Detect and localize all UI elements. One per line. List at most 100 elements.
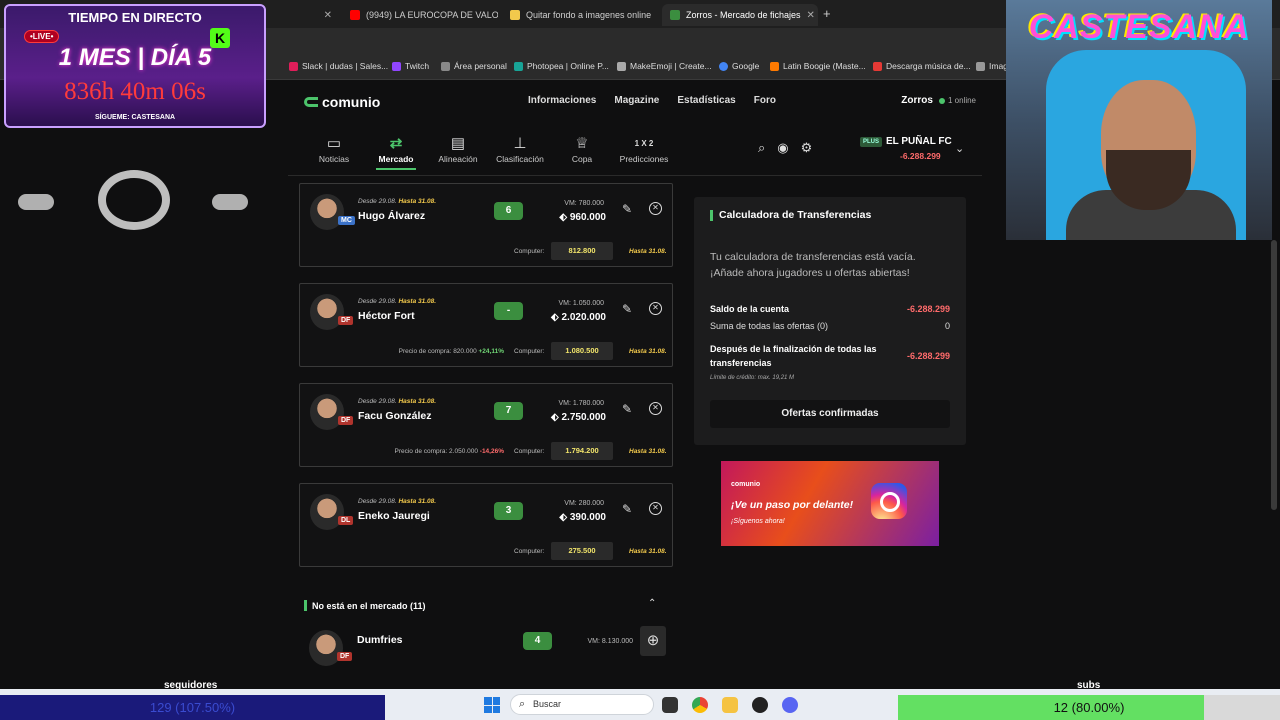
search-icon[interactable]: ⌕	[758, 140, 765, 156]
market-value: VM: 1.050.000	[558, 300, 604, 307]
plus-badge: PLUS	[860, 136, 883, 147]
folder-icon[interactable]	[722, 697, 738, 713]
lineup-icon: ▤	[450, 135, 466, 152]
league-info[interactable]: Zorros 1 online	[901, 95, 976, 106]
market-value: VM: 8.130.000	[587, 638, 633, 645]
team-name: EL PUÑAL FC	[886, 136, 952, 147]
edit-icon[interactable]: ✎	[622, 302, 632, 316]
windows-start-icon[interactable]	[484, 697, 500, 713]
music-icon	[770, 61, 779, 71]
nav-mercado[interactable]: ⇄ Mercado	[368, 134, 424, 170]
edit-icon[interactable]: ✎	[622, 402, 632, 416]
chevron-up-icon[interactable]: ⌃	[648, 598, 656, 609]
promo-headline: ¡Ve un paso por delante!	[731, 499, 854, 511]
slack-icon	[289, 61, 298, 71]
gear-icon[interactable]: ⚙	[801, 140, 813, 156]
bookmark-makeemoji[interactable]: MakeEmoji | Create...	[617, 61, 712, 71]
bookmark-descarga[interactable]: Descarga música de...	[873, 61, 971, 71]
cancel-offer-icon[interactable]: ✕	[649, 302, 662, 315]
computer-until: Hasta 31.08.	[629, 448, 667, 455]
bookmark-area-personal[interactable]: Área personal	[441, 61, 507, 71]
instagram-promo-banner[interactable]: comunio ¡Ve un paso por delante! ¡Síguen…	[721, 461, 939, 546]
market-value: VM: 280.000	[564, 500, 604, 507]
instagram-icon	[871, 483, 907, 519]
confirmed-offers-button[interactable]: Ofertas confirmadas	[710, 400, 950, 428]
download-icon	[873, 61, 882, 71]
edit-icon[interactable]: ✎	[622, 502, 632, 516]
computer-offer: 275.500	[551, 542, 613, 560]
offer-card[interactable]: DL Desde 29.08. Hasta 31.08. Eneko Jauregi…	[299, 483, 673, 567]
league-name: Zorros	[901, 95, 933, 106]
link-estadisticas[interactable]: Estadísticas	[677, 95, 735, 106]
tag-icon: ⬖	[551, 412, 562, 423]
site-header: comunio Informaciones Magazine Estadísti…	[288, 80, 982, 176]
nav-predicciones[interactable]: 1 X 2 Predicciones	[616, 134, 672, 170]
close-icon[interactable]: ✕	[657, 10, 658, 21]
player-row[interactable]: DF Dumfries 4 VM: 8.130.000 ⊕	[299, 620, 673, 666]
bookmark-slack[interactable]: Slack | dudas | Sales...	[289, 61, 388, 71]
market-value: VM: 780.000	[564, 200, 604, 207]
purchase-price: Precio de compra: 2.050.000 -14,26%	[394, 448, 505, 455]
add-offer-button[interactable]: ⊕	[640, 626, 666, 656]
nav-noticias[interactable]: ▭ Noticias	[306, 134, 362, 170]
offer-card[interactable]: DF Desde 29.08. Hasta 31.08. Héctor Fort - V…	[299, 283, 673, 367]
link-foro[interactable]: Foro	[754, 95, 776, 106]
page-scrollbar[interactable]	[1271, 240, 1277, 510]
cancel-offer-icon[interactable]: ✕	[649, 502, 662, 515]
offer-card[interactable]: DF Desde 29.08. Hasta 31.08. Facu González…	[299, 383, 673, 467]
task-view-icon[interactable]	[662, 697, 678, 713]
eye-icon[interactable]: ◉	[777, 140, 788, 156]
nav-copa[interactable]: ♕ Copa	[554, 134, 610, 170]
link-magazine[interactable]: Magazine	[614, 95, 659, 106]
tab-youtube[interactable]: (9949) LA EUROCOPA DE VALO✕	[342, 4, 498, 26]
player-points: 6	[494, 202, 523, 220]
team-selector[interactable]: PLUS EL PUÑAL FC -6.288.299 ⌄	[860, 136, 964, 161]
offer-card[interactable]: MC Desde 29.08. Hasta 31.08. Hugo Álvarez 6…	[299, 183, 673, 267]
tag-icon: ⬖	[559, 212, 570, 223]
player-name[interactable]: Facu González	[358, 410, 432, 422]
cancel-offer-icon[interactable]: ✕	[649, 402, 662, 415]
chevron-down-icon: ⌄	[955, 143, 965, 155]
google-icon	[719, 61, 728, 71]
link-informaciones[interactable]: Informaciones	[528, 95, 596, 106]
nav-clasificacion[interactable]: ⊥ Clasificación	[492, 134, 548, 170]
close-icon[interactable]: ✕	[807, 10, 815, 21]
offer-dates: Desde 29.08. Hasta 31.08.	[358, 398, 437, 405]
1x2-icon: 1 X 2	[634, 139, 654, 148]
app-icon[interactable]	[752, 697, 768, 713]
stream-counter: 836h 40m 06s	[64, 78, 206, 105]
discord-icon[interactable]	[782, 697, 798, 713]
taskbar-search[interactable]: Buscar	[510, 694, 654, 715]
top-links: Informaciones Magazine Estadísticas Foro	[528, 95, 776, 106]
bookmark-icon	[976, 61, 985, 71]
tab-blank[interactable]: ✕	[280, 4, 340, 26]
offer-dates: Desde 29.08. Hasta 31.08.	[358, 198, 437, 205]
new-tab-button[interactable]: +	[823, 6, 831, 21]
bookmark-twitch[interactable]: Twitch	[392, 61, 429, 71]
tab-remove-bg[interactable]: Quitar fondo a imagenes online✕	[502, 4, 658, 26]
edit-icon[interactable]: ✎	[622, 202, 632, 216]
computer-label: Computer:	[514, 248, 545, 255]
not-in-market-header[interactable]: No está en el mercado (11)	[304, 600, 426, 611]
stream-day: 1 MES | DÍA 5	[58, 44, 212, 71]
close-icon[interactable]: ✕	[324, 10, 332, 21]
photopea-icon	[514, 61, 523, 71]
promo-brand: comunio	[731, 481, 761, 488]
stream-timer-overlay: TIEMPO EN DIRECTO •LIVE• K 1 MES | DÍA 5…	[4, 4, 266, 128]
comunio-logo[interactable]: comunio	[304, 94, 380, 110]
player-name[interactable]: Hugo Álvarez	[358, 210, 425, 222]
player-name[interactable]: Dumfries	[357, 634, 403, 646]
tab-comunio[interactable]: Zorros - Mercado de fichajes ✕	[662, 4, 818, 26]
webcam-overlay: CASTESANA	[1006, 0, 1272, 240]
cancel-offer-icon[interactable]: ✕	[649, 202, 662, 215]
nav-alineacion[interactable]: ▤ Alineación	[430, 134, 486, 170]
bookmark-imag[interactable]: Imag	[976, 61, 1008, 71]
player-name[interactable]: Eneko Jauregi	[358, 510, 430, 522]
bookmark-latin-boogie[interactable]: Latin Boogie (Maste...	[770, 61, 866, 71]
computer-until: Hasta 31.08.	[629, 348, 667, 355]
bookmark-photopea[interactable]: Photopea | Online P...	[514, 61, 609, 71]
chrome-icon[interactable]	[692, 697, 708, 713]
comunio-icon	[670, 10, 680, 20]
player-name[interactable]: Héctor Fort	[358, 310, 415, 322]
bookmark-google[interactable]: Google	[719, 61, 759, 71]
